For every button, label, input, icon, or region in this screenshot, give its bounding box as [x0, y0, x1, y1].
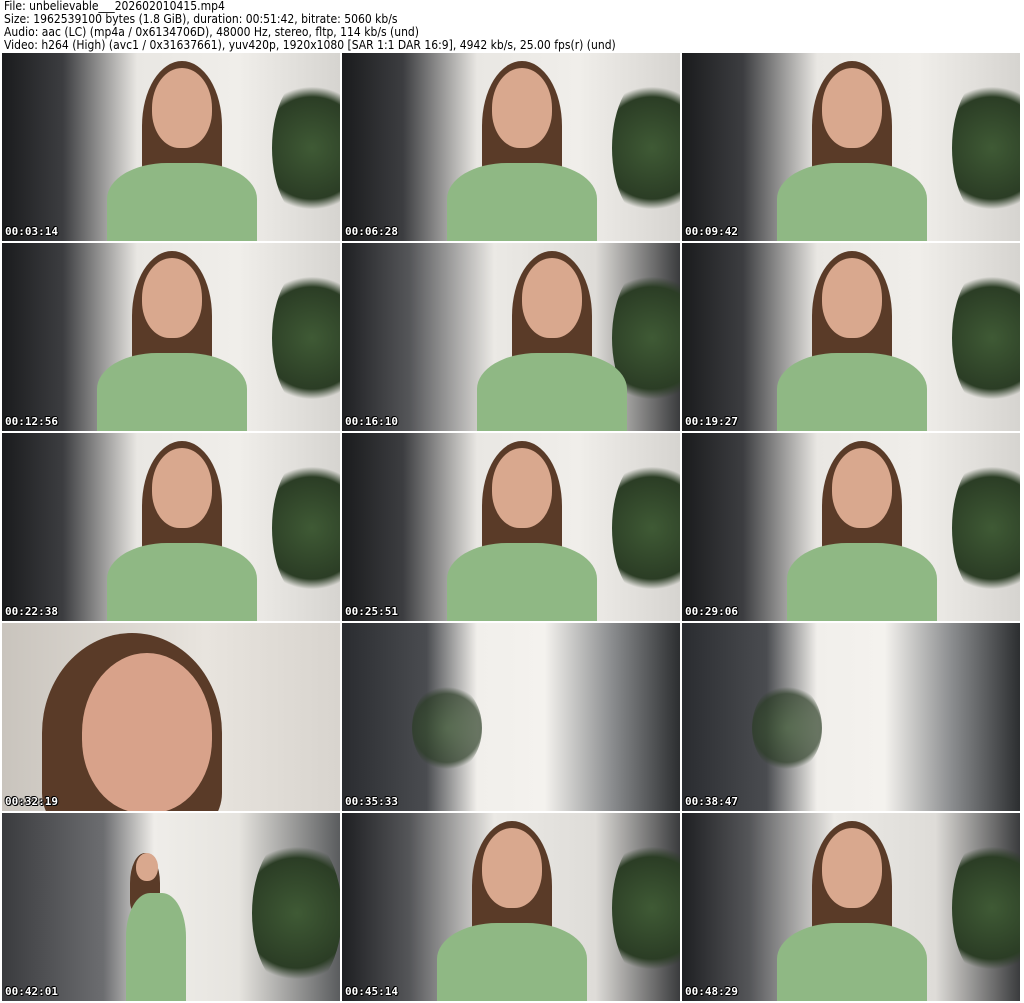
video-thumbnail: 00:09:42	[682, 53, 1020, 241]
video-thumbnail: 00:16:10	[342, 243, 680, 431]
video-thumbnail: 00:22:38	[2, 433, 340, 621]
video-thumbnail: 00:38:47	[682, 623, 1020, 811]
thumbnail-timestamp: 00:22:38	[5, 605, 58, 618]
thumbnail-timestamp: 00:16:10	[345, 415, 398, 428]
thumbnail-timestamp: 00:09:42	[685, 225, 738, 238]
file-info-header: File: unbelievable___202602010415.mp4 Si…	[4, 0, 616, 52]
thumbnail-image	[342, 623, 680, 811]
thumbnail-timestamp: 00:29:06	[685, 605, 738, 618]
video-thumbnail: 00:32:19	[2, 623, 340, 811]
video-thumbnail: 00:25:51	[342, 433, 680, 621]
thumbnail-timestamp: 00:25:51	[345, 605, 398, 618]
video-thumbnail: 00:03:14	[2, 53, 340, 241]
thumbnail-timestamp: 00:45:14	[345, 985, 398, 998]
video-thumbnail: 00:12:56	[2, 243, 340, 431]
thumbnail-timestamp: 00:12:56	[5, 415, 58, 428]
thumbnail-timestamp: 00:38:47	[685, 795, 738, 808]
thumbnail-image	[682, 623, 1020, 811]
thumbnail-grid: 00:03:14 00:06:28 00:09:42 00:12:56 00:16:10…	[2, 53, 1020, 1001]
video-thumbnail: 00:48:29	[682, 813, 1020, 1001]
thumbnail-timestamp: 00:32:19	[5, 795, 58, 808]
video-thumbnail: 00:29:06	[682, 433, 1020, 621]
thumbnail-timestamp: 00:42:01	[5, 985, 58, 998]
video-thumbnail: 00:19:27	[682, 243, 1020, 431]
video-thumbnail: 00:45:14	[342, 813, 680, 1001]
video-thumbnail: 00:35:33	[342, 623, 680, 811]
thumbnail-timestamp: 00:35:33	[345, 795, 398, 808]
thumbnail-timestamp: 00:48:29	[685, 985, 738, 998]
video-thumbnail: 00:42:01	[2, 813, 340, 1001]
video-info: Video: h264 (High) (avc1 / 0x31637661), …	[4, 38, 616, 52]
thumbnail-timestamp: 00:03:14	[5, 225, 58, 238]
thumbnail-timestamp: 00:19:27	[685, 415, 738, 428]
thumbnail-timestamp: 00:06:28	[345, 225, 398, 238]
video-thumbnail: 00:06:28	[342, 53, 680, 241]
